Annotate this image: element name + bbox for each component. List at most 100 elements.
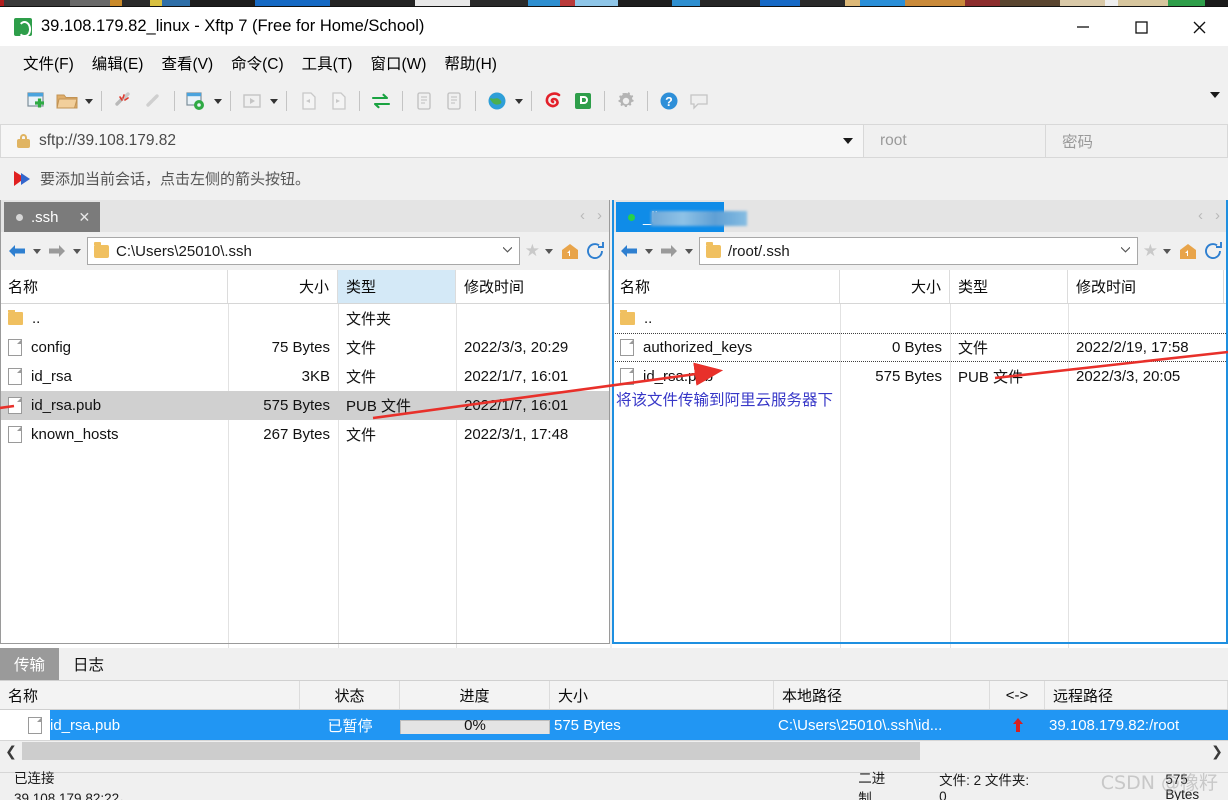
file-icon — [28, 716, 42, 734]
tab-transfer[interactable]: 传输 — [0, 648, 60, 680]
chevron-down-icon[interactable] — [843, 138, 853, 144]
password-field[interactable]: 密码 — [1046, 124, 1228, 158]
local-col-name[interactable]: 名称 — [0, 270, 228, 303]
remote-back-dropdown-icon[interactable] — [642, 238, 656, 264]
session-properties-icon[interactable] — [181, 86, 211, 116]
open-folder-icon[interactable] — [52, 86, 82, 116]
transfer-col-progress[interactable]: 进度 — [400, 681, 550, 709]
transfer-horizontal-scrollbar[interactable]: ❮ ❯ — [0, 740, 1228, 762]
copy-icon[interactable] — [409, 86, 439, 116]
remote-file-list[interactable]: .. authorized_keys 0 Bytes 文件 2022/2/19,… — [612, 304, 1228, 680]
local-home-icon[interactable] — [559, 241, 581, 261]
menu-edit[interactable]: 编辑(E) — [83, 49, 153, 77]
local-forward-icon[interactable] — [44, 238, 70, 264]
local-col-modified[interactable]: 修改时间 — [456, 270, 609, 303]
transfer-left-icon[interactable] — [293, 86, 323, 116]
gear-icon[interactable] — [611, 86, 641, 116]
tab-prev-icon[interactable]: ‹ — [1198, 207, 1203, 224]
remote-pane: _linux ✕ ‹ › /root/.ssh — [612, 200, 1228, 704]
scroll-right-icon[interactable]: ❯ — [1206, 743, 1228, 760]
local-col-size[interactable]: 大小 — [228, 270, 338, 303]
username-field[interactable]: root — [864, 124, 1046, 158]
tab-log[interactable]: 日志 — [59, 648, 118, 680]
table-row[interactable]: config 75 Bytes 文件 2022/3/3, 20:29 — [0, 333, 610, 362]
menu-command[interactable]: 命令(C) — [222, 49, 293, 77]
globe-icon[interactable] — [482, 86, 512, 116]
table-row[interactable]: id_rsa 3KB 文件 2022/1/7, 16:01 — [0, 362, 610, 391]
globe-dropdown-icon[interactable] — [512, 86, 525, 116]
remote-bookmark-dropdown-icon[interactable] — [1160, 238, 1174, 264]
table-row[interactable]: known_hosts 267 Bytes 文件 2022/3/1, 17:48 — [0, 420, 610, 449]
local-path-chevron-down-icon[interactable] — [502, 247, 512, 253]
local-path-input[interactable]: C:\Users\25010\.ssh — [87, 237, 520, 265]
toolbar-overflow-chevron[interactable] — [1210, 92, 1220, 98]
local-forward-dropdown-icon[interactable] — [70, 238, 84, 264]
remote-col-modified[interactable]: 修改时间 — [1068, 270, 1224, 303]
menu-help[interactable]: 帮助(H) — [435, 49, 506, 77]
remote-col-type[interactable]: 类型 — [950, 270, 1068, 303]
scroll-left-icon[interactable]: ❮ — [0, 743, 22, 760]
remote-path-chevron-down-icon[interactable] — [1120, 247, 1130, 253]
table-row[interactable]: authorized_keys 0 Bytes 文件 2022/2/19, 17… — [612, 333, 1228, 362]
sync-transfer-icon[interactable] — [366, 86, 396, 116]
open-folder-dropdown-icon[interactable] — [82, 86, 95, 116]
remote-col-size[interactable]: 大小 — [840, 270, 950, 303]
transfer-col-name[interactable]: 名称 — [0, 681, 300, 709]
xshell-icon[interactable] — [538, 86, 568, 116]
remote-bookmark-star-icon[interactable]: ★ — [1141, 241, 1160, 261]
transfer-col-status[interactable]: 状态 — [300, 681, 400, 709]
remote-row-name: authorized_keys — [643, 339, 753, 356]
tab-next-icon[interactable]: › — [1215, 207, 1220, 224]
scroll-track[interactable] — [22, 741, 1206, 762]
paste-icon[interactable] — [439, 86, 469, 116]
transfer-col-remote-path[interactable]: 远程路径 — [1045, 681, 1228, 709]
session-properties-dropdown-icon[interactable] — [211, 86, 224, 116]
transfer-col-local-path[interactable]: 本地路径 — [774, 681, 990, 709]
session-url-field[interactable]: sftp://39.108.179.82 — [0, 124, 864, 158]
local-bookmark-dropdown-icon[interactable] — [542, 238, 556, 264]
transfer-col-size[interactable]: 大小 — [550, 681, 774, 709]
local-back-icon[interactable] — [4, 238, 30, 264]
table-row[interactable]: .. 文件夹 — [0, 304, 610, 333]
help-icon[interactable]: ? — [654, 86, 684, 116]
remote-refresh-icon[interactable] — [1202, 241, 1224, 261]
tab-next-icon[interactable]: › — [597, 207, 602, 224]
remote-back-icon[interactable] — [616, 238, 642, 264]
table-row[interactable]: id_rsa.pub 已暂停 0% 575 Bytes C:\Users\250… — [0, 710, 1228, 740]
local-refresh-icon[interactable] — [584, 241, 606, 261]
run-icon[interactable] — [237, 86, 267, 116]
chat-icon[interactable] — [684, 86, 714, 116]
minimize-button[interactable] — [1054, 7, 1112, 47]
remote-path-input[interactable]: /root/.ssh — [699, 237, 1138, 265]
maximize-button[interactable] — [1112, 7, 1170, 47]
run-dropdown-icon[interactable] — [267, 86, 280, 116]
local-file-list[interactable]: .. 文件夹 config 75 Bytes 文件 2022/3/3, 20:2… — [0, 304, 610, 680]
local-back-dropdown-icon[interactable] — [30, 238, 44, 264]
disconnect-icon[interactable] — [108, 86, 138, 116]
local-row-modified: 2022/3/3, 20:29 — [464, 339, 569, 356]
menu-view[interactable]: 查看(V) — [152, 49, 222, 77]
remote-home-icon[interactable] — [1177, 241, 1199, 261]
table-row[interactable]: id_rsa.pub 575 Bytes PUB 文件 2022/3/3, 20… — [612, 362, 1228, 391]
table-row[interactable]: .. — [612, 304, 1228, 333]
local-tab[interactable]: .ssh ✕ — [4, 202, 101, 232]
table-row[interactable]: id_rsa.pub 575 Bytes PUB 文件 2022/1/7, 16… — [0, 391, 610, 420]
xftp-icon[interactable] — [568, 86, 598, 116]
new-session-icon[interactable] — [22, 86, 52, 116]
remote-forward-icon[interactable] — [656, 238, 682, 264]
local-col-type[interactable]: 类型 — [338, 270, 456, 303]
remote-forward-dropdown-icon[interactable] — [682, 238, 696, 264]
transfer-right-icon[interactable] — [323, 86, 353, 116]
transfer-col-direction[interactable]: <-> — [990, 681, 1045, 709]
remote-col-name[interactable]: 名称 — [612, 270, 840, 303]
local-bookmark-star-icon[interactable]: ★ — [523, 241, 542, 261]
local-tab-close-icon[interactable]: ✕ — [79, 209, 91, 226]
menu-tools[interactable]: 工具(T) — [293, 49, 362, 77]
scroll-thumb[interactable] — [22, 741, 920, 760]
menu-file[interactable]: 文件(F) — [14, 49, 83, 77]
remote-tab[interactable]: _linux ✕ — [616, 202, 747, 232]
close-button[interactable] — [1170, 7, 1228, 47]
menu-window[interactable]: 窗口(W) — [361, 49, 435, 77]
tab-prev-icon[interactable]: ‹ — [580, 207, 585, 224]
link-icon[interactable] — [138, 86, 168, 116]
